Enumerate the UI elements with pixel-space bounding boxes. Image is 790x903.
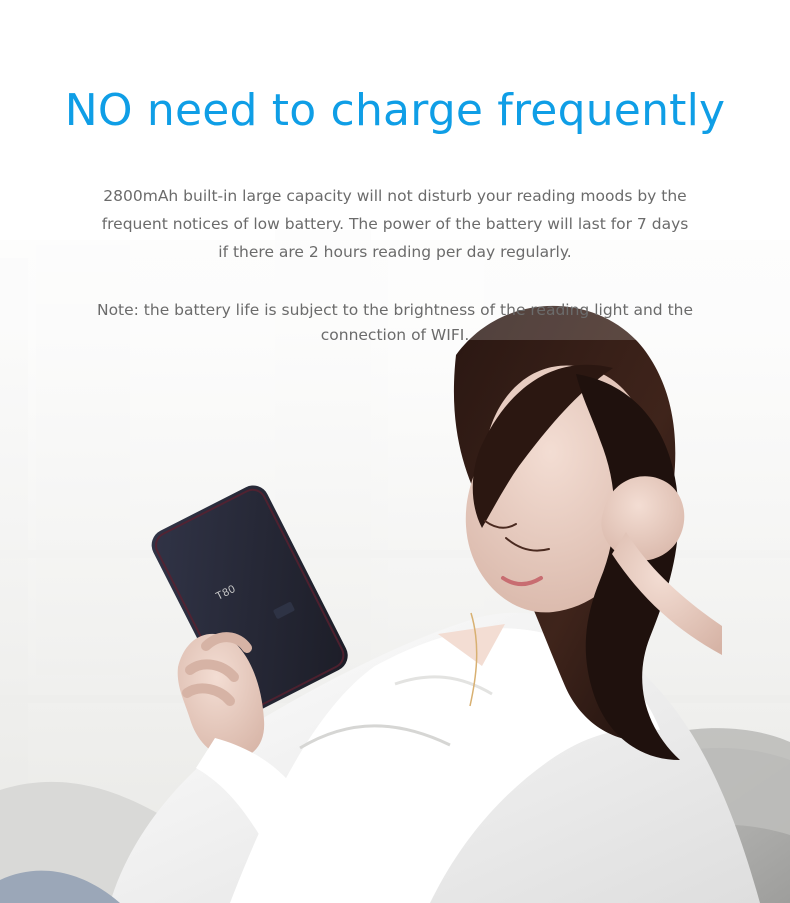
product-promo-section: T80 NO need to charge frequently 2800mAh…	[0, 0, 790, 903]
page-title: NO need to charge frequently	[64, 85, 726, 136]
battery-description: 2800mAh built-in large capacity will not…	[101, 186, 689, 261]
battery-note: Note: the battery life is subject to the…	[96, 300, 694, 344]
